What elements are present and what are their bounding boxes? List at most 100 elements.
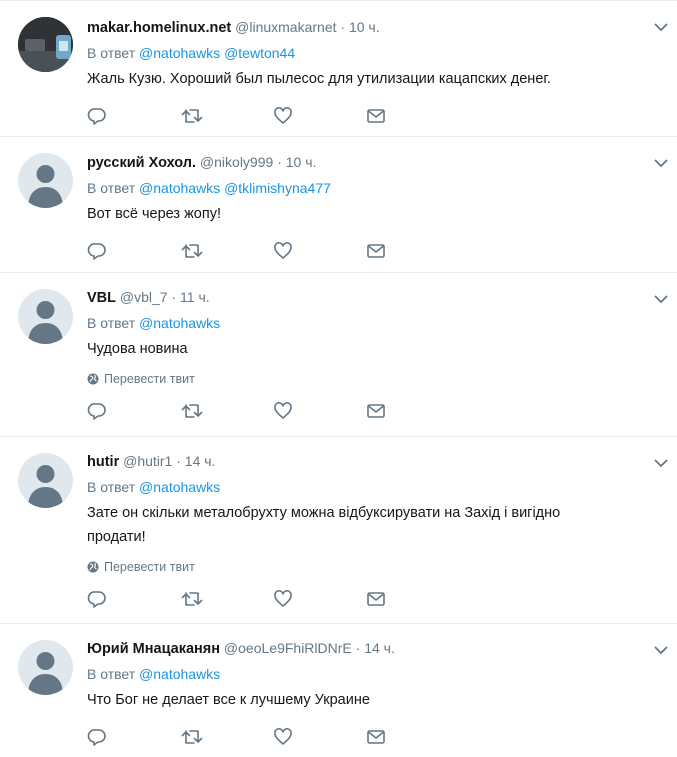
username[interactable]: @hutir1 — [123, 453, 172, 469]
fullname[interactable]: hutir — [87, 454, 119, 470]
direct-message-icon — [367, 404, 385, 418]
fullname[interactable]: Юрий Мнацаканян — [87, 641, 220, 657]
fullname[interactable]: русский Хохол. — [87, 155, 196, 171]
retweet-button[interactable] — [180, 400, 273, 422]
username[interactable]: @oeoLe9FhiRlDNrE — [224, 640, 352, 656]
mention-link[interactable]: @natohawks — [139, 666, 220, 682]
retweet-button[interactable] — [180, 105, 273, 127]
reply-button[interactable] — [87, 240, 180, 262]
globe-icon — [87, 561, 99, 573]
like-button[interactable] — [273, 105, 366, 127]
chevron-down-icon[interactable] — [653, 642, 669, 658]
mention-link[interactable]: @natohawks — [139, 45, 220, 61]
separator: · — [176, 453, 181, 469]
retweet-button[interactable] — [180, 240, 273, 262]
avatar[interactable] — [18, 453, 73, 508]
timestamp[interactable]: 14 ч. — [364, 640, 395, 656]
mention-link[interactable]: @natohawks — [139, 315, 220, 331]
timestamp[interactable]: 14 ч. — [185, 453, 216, 469]
translate-label: Перевести твит — [104, 560, 195, 574]
timestamp[interactable]: 11 ч. — [180, 289, 210, 305]
default-avatar-icon — [28, 652, 63, 695]
avatar[interactable] — [18, 289, 73, 344]
tweet-actions — [87, 400, 637, 422]
direct-message-button[interactable] — [366, 726, 459, 748]
tweet-text: Вот всё через жопу! — [87, 206, 221, 222]
chevron-down-icon[interactable] — [653, 455, 669, 471]
tweet[interactable]: Юрий Мнацаканян @oeoLe9FhiRlDNrE · 14 ч.… — [0, 624, 677, 752]
reply-icon — [87, 108, 106, 125]
like-icon — [274, 728, 292, 745]
reply-icon — [87, 729, 106, 746]
direct-message-button[interactable] — [366, 400, 459, 422]
timestamp[interactable]: 10 ч. — [349, 19, 380, 35]
username[interactable]: @nikoly999 — [200, 154, 273, 170]
tweet-header: русский Хохол. @nikoly999 · 10 ч. — [87, 152, 637, 173]
mention-link[interactable]: @tklimishyna477 — [224, 180, 331, 196]
retweet-button[interactable] — [180, 588, 273, 610]
tweet-text-line: Зате он скільки металобрухту можна відбу… — [87, 505, 561, 521]
tweet-actions — [87, 240, 637, 262]
tweet-actions — [87, 105, 637, 127]
separator: · — [355, 640, 361, 656]
username[interactable]: @linuxmakarnet — [235, 19, 336, 35]
chevron-down-icon[interactable] — [653, 291, 669, 307]
like-icon — [274, 107, 292, 124]
separator: · — [340, 19, 346, 35]
tweet[interactable]: hutir @hutir1 · 14 ч. В ответ @natohawks… — [0, 437, 677, 624]
default-avatar-icon — [28, 301, 63, 344]
direct-message-icon — [367, 592, 385, 606]
timestamp[interactable]: 10 ч. — [286, 154, 317, 170]
avatar[interactable] — [18, 17, 73, 72]
fullname[interactable]: makar.homelinux.net — [87, 20, 231, 36]
tweet-actions — [87, 588, 637, 610]
retweet-icon — [181, 730, 203, 744]
mention-link[interactable]: @natohawks — [139, 180, 220, 196]
tweet[interactable]: makar.homelinux.net @linuxmakarnet · 10 … — [0, 0, 677, 137]
tweet-text: Что Бог не делает все к лучшему Украине — [87, 692, 370, 708]
tweet-text-line: продати! — [87, 529, 146, 545]
tweet-header: makar.homelinux.net @linuxmakarnet · 10 … — [87, 17, 637, 38]
retweet-icon — [181, 244, 203, 258]
tweet-feed: makar.homelinux.net @linuxmakarnet · 10 … — [0, 0, 677, 752]
reply-button[interactable] — [87, 588, 180, 610]
like-icon — [274, 590, 292, 607]
mention-link[interactable]: @natohawks — [139, 479, 220, 495]
avatar[interactable] — [18, 153, 73, 208]
like-button[interactable] — [273, 400, 366, 422]
reply-button[interactable] — [87, 400, 180, 422]
chevron-down-icon[interactable] — [653, 155, 669, 171]
reply-prefix: В ответ — [87, 666, 136, 682]
retweet-button[interactable] — [180, 726, 273, 748]
reply-button[interactable] — [87, 726, 180, 748]
fullname[interactable]: VBL — [87, 290, 116, 306]
translate-tweet-link[interactable]: Перевести твит — [87, 372, 637, 386]
like-icon — [274, 402, 292, 419]
direct-message-icon — [367, 109, 385, 123]
retweet-icon — [181, 404, 203, 418]
like-button[interactable] — [273, 588, 366, 610]
direct-message-button[interactable] — [366, 105, 459, 127]
chevron-down-icon[interactable] — [653, 19, 669, 35]
tweet-text: Зате он скільки металобрухту можна відбу… — [87, 501, 637, 549]
tweet[interactable]: VBL @vbl_7 · 11 ч. В ответ @natohawks Чу… — [0, 273, 677, 437]
mention-link[interactable]: @tewton44 — [224, 45, 295, 61]
reply-prefix: В ответ — [87, 479, 136, 495]
direct-message-button[interactable] — [366, 240, 459, 262]
translate-tweet-link[interactable]: Перевести твит — [87, 560, 637, 574]
username[interactable]: @vbl_7 — [120, 289, 168, 305]
reply-button[interactable] — [87, 105, 180, 127]
retweet-icon — [181, 592, 203, 606]
retweet-icon — [181, 109, 203, 123]
direct-message-icon — [367, 730, 385, 744]
avatar[interactable] — [18, 640, 73, 695]
default-avatar-icon — [28, 165, 63, 208]
reply-prefix: В ответ — [87, 180, 136, 196]
tweet[interactable]: русский Хохол. @nikoly999 · 10 ч. В отве… — [0, 137, 677, 273]
direct-message-button[interactable] — [366, 588, 459, 610]
globe-icon — [87, 373, 99, 385]
like-button[interactable] — [273, 240, 366, 262]
like-button[interactable] — [273, 726, 366, 748]
tweet-header: Юрий Мнацаканян @oeoLe9FhiRlDNrE · 14 ч. — [87, 638, 637, 659]
tweet-text: Чудова новина — [87, 341, 188, 357]
